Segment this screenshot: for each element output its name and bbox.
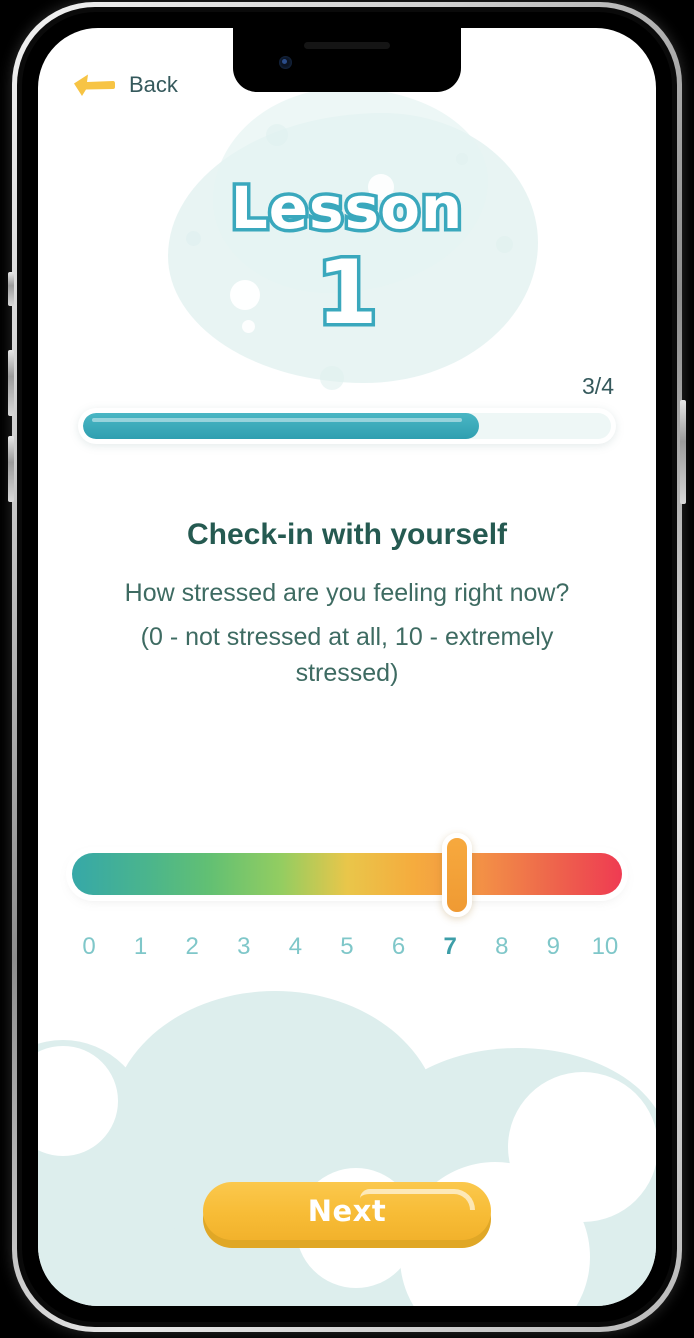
- slider-tick-10[interactable]: 10: [588, 933, 622, 961]
- back-button[interactable]: Back: [72, 72, 178, 98]
- stress-slider[interactable]: [72, 823, 622, 919]
- slider-tick-7[interactable]: 7: [433, 933, 467, 961]
- lesson-number-text: 1: [313, 240, 381, 344]
- next-button[interactable]: Next: [203, 1182, 491, 1240]
- screen-content: Back Lesson 1 3/4 Check-in with yourself…: [38, 28, 656, 1306]
- slider-tick-9[interactable]: 9: [536, 933, 570, 961]
- progress-counter: 3/4: [582, 373, 614, 399]
- progress-track: [83, 413, 611, 439]
- slider-tick-6[interactable]: 6: [382, 933, 416, 961]
- slider-tick-3[interactable]: 3: [227, 933, 261, 961]
- question-hint: (0 - not stressed at all, 10 - extremely…: [140, 623, 554, 687]
- question-title: Check-in with yourself: [186, 518, 508, 551]
- next-button-wrap: Next: [203, 1182, 491, 1248]
- phone-power-button[interactable]: [680, 400, 686, 504]
- earpiece-speaker: [304, 42, 390, 49]
- slider-thumb[interactable]: [442, 833, 472, 917]
- lesson-header: Lesson 1: [38, 174, 656, 344]
- question-prompt: How stressed are you feeling right now?: [124, 579, 570, 607]
- slider-tick-2[interactable]: 2: [175, 933, 209, 961]
- screenshot-stage: Back Lesson 1 3/4 Check-in with yourself…: [0, 0, 694, 1338]
- slider-track[interactable]: [72, 853, 622, 895]
- front-camera-icon: [279, 56, 292, 69]
- phone-volume-down-button[interactable]: [8, 436, 14, 502]
- progress-gloss: [92, 418, 462, 422]
- slider-scale: 0 1 2 3 4 5 6 7 8 9 10: [72, 933, 622, 961]
- phone-mute-switch[interactable]: [8, 272, 14, 306]
- slider-tick-5[interactable]: 5: [330, 933, 364, 961]
- phone-notch: [233, 28, 461, 92]
- slider-tick-0[interactable]: 0: [72, 933, 106, 961]
- slider-tick-8[interactable]: 8: [485, 933, 519, 961]
- phone-volume-up-button[interactable]: [8, 350, 14, 416]
- progress-fill: [83, 413, 479, 439]
- slider-tick-1[interactable]: 1: [124, 933, 158, 961]
- phone-screen: Back Lesson 1 3/4 Check-in with yourself…: [38, 28, 656, 1306]
- arrow-left-icon: [74, 74, 115, 96]
- back-button-label: Back: [129, 72, 178, 97]
- slider-tick-4[interactable]: 4: [278, 933, 312, 961]
- progress-bar: [78, 408, 616, 444]
- lesson-word-text: Lesson: [227, 174, 465, 242]
